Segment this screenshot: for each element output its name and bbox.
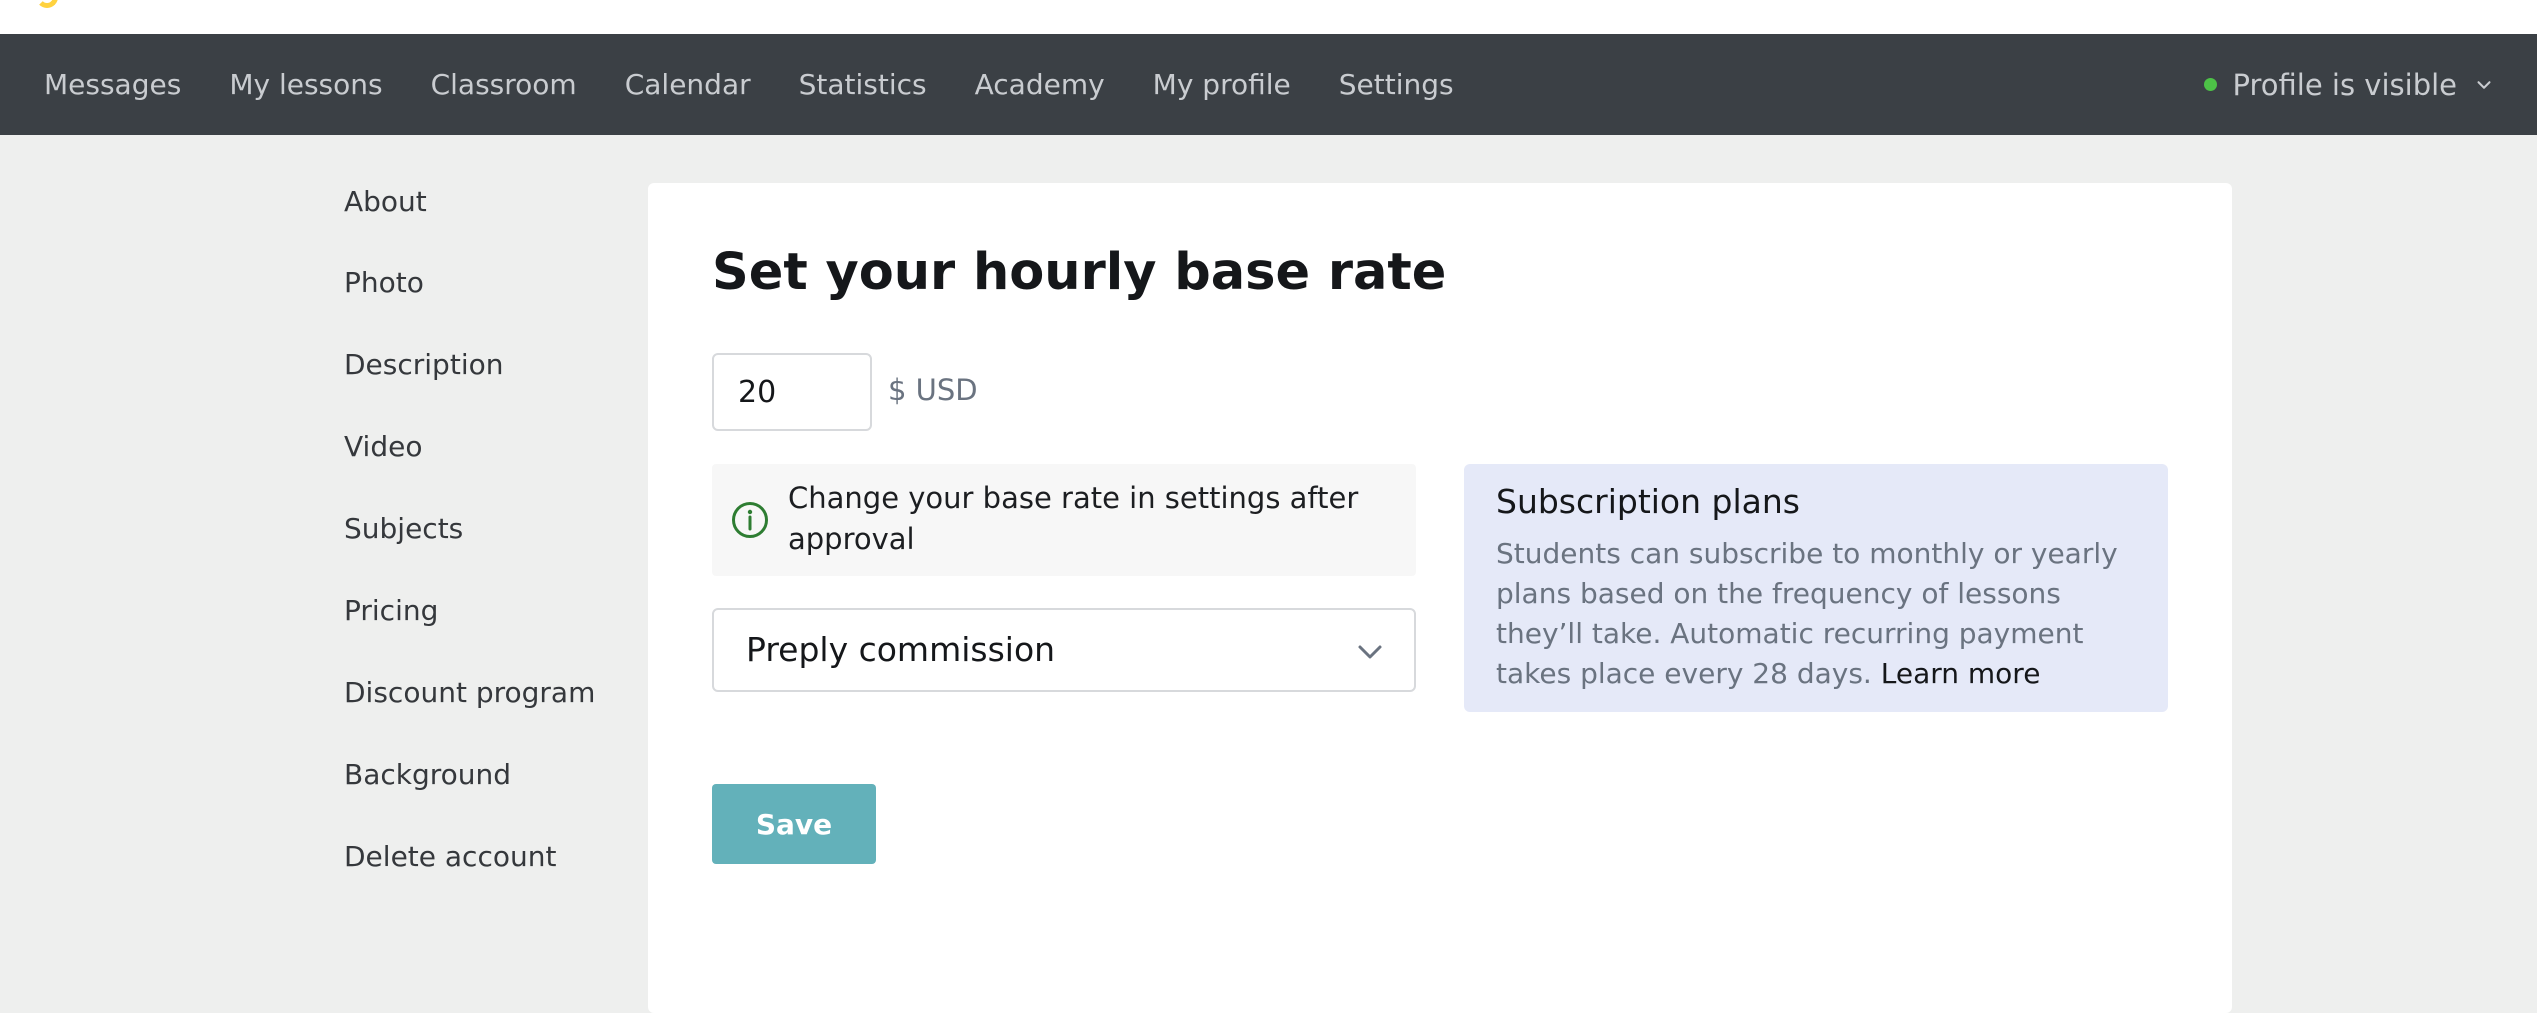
sidebar-item-delete-account[interactable]: Delete account: [344, 816, 624, 898]
nav-item-my-profile[interactable]: My profile: [1153, 68, 1291, 101]
sidebar-item-video[interactable]: Video: [344, 406, 624, 488]
nav-links: Messages My lessons Classroom Calendar S…: [44, 68, 1502, 101]
profile-visibility-toggle[interactable]: Profile is visible: [2203, 34, 2495, 135]
chevron-down-icon: [2477, 80, 2491, 89]
preply-commission-label: Preply commission: [746, 630, 1056, 669]
nav-item-academy[interactable]: Academy: [975, 68, 1105, 101]
nav-item-classroom[interactable]: Classroom: [431, 68, 577, 101]
top-bar: [0, 0, 2537, 34]
sidebar-item-pricing[interactable]: Pricing: [344, 570, 624, 652]
profile-sidebar: About Photo Description Video Subjects P…: [344, 182, 624, 898]
subscription-plans-text: Students can subscribe to monthly or yea…: [1496, 534, 2146, 694]
subscription-plans-info: Subscription plans Students can subscrib…: [1464, 464, 2168, 712]
sidebar-item-about[interactable]: About: [344, 160, 624, 242]
sidebar-item-subjects[interactable]: Subjects: [344, 488, 624, 570]
logo-icon[interactable]: [36, 0, 58, 8]
info-notice-text: Change your base rate in settings after …: [788, 481, 1359, 556]
preply-commission-dropdown[interactable]: Preply commission: [712, 608, 1416, 692]
page-title: Set your hourly base rate: [712, 243, 1447, 302]
nav-item-settings[interactable]: Settings: [1339, 68, 1454, 101]
nav-item-statistics[interactable]: Statistics: [799, 68, 927, 101]
profile-visibility-label: Profile is visible: [2232, 67, 2457, 102]
nav-item-calendar[interactable]: Calendar: [625, 68, 751, 101]
nav-item-messages[interactable]: Messages: [44, 68, 181, 101]
save-button[interactable]: Save: [712, 784, 876, 864]
chevron-down-icon: [1358, 645, 1382, 659]
info-icon: [732, 502, 768, 538]
currency-label: $ USD: [888, 373, 978, 407]
sidebar-item-photo[interactable]: Photo: [344, 242, 624, 324]
nav-item-my-lessons[interactable]: My lessons: [229, 68, 382, 101]
sidebar-item-description[interactable]: Description: [344, 324, 624, 406]
pricing-card: Set your hourly base rate $ USD Change y…: [648, 183, 2232, 1013]
sidebar-item-background[interactable]: Background: [344, 734, 624, 816]
status-dot-icon: [2203, 78, 2217, 91]
sidebar-item-discount-program[interactable]: Discount program: [344, 652, 624, 734]
subscription-plans-title: Subscription plans: [1496, 482, 1800, 521]
info-notice: Change your base rate in settings after …: [712, 464, 1416, 576]
hourly-rate-input[interactable]: [712, 353, 872, 431]
learn-more-link[interactable]: Learn more: [1881, 657, 2041, 690]
main-navbar: Messages My lessons Classroom Calendar S…: [0, 34, 2537, 135]
